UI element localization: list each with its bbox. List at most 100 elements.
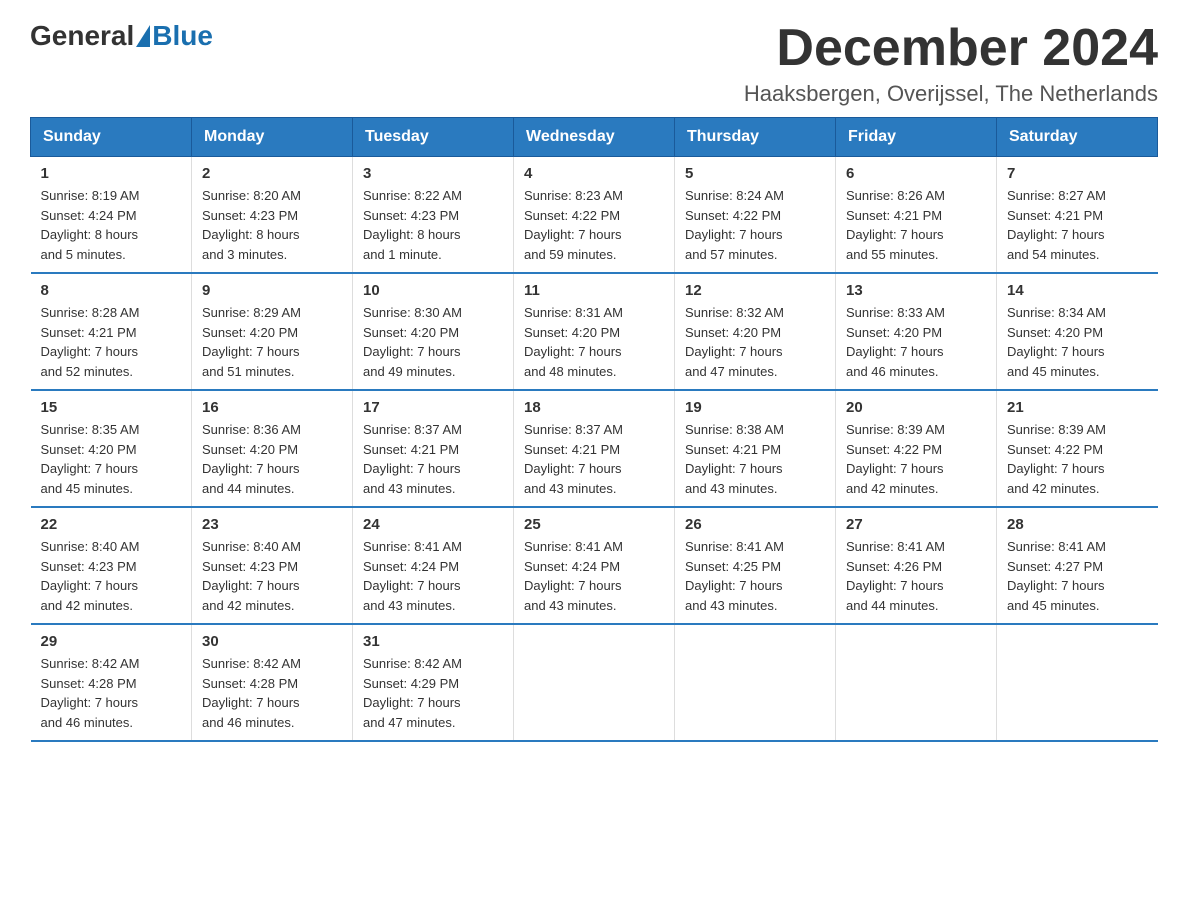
day-number: 5: [685, 165, 825, 182]
day-number: 8: [41, 282, 182, 299]
day-info: Sunrise: 8:41 AM Sunset: 4:24 PM Dayligh…: [363, 537, 503, 615]
calendar-day-cell: 2 Sunrise: 8:20 AM Sunset: 4:23 PM Daylig…: [192, 157, 353, 274]
logo-text: General Blue: [30, 20, 213, 52]
calendar-day-cell: 27 Sunrise: 8:41 AM Sunset: 4:26 PM Dayli…: [836, 507, 997, 624]
day-info: Sunrise: 8:37 AM Sunset: 4:21 PM Dayligh…: [363, 420, 503, 498]
title-section: December 2024 Haaksbergen, Overijssel, T…: [744, 20, 1158, 107]
day-number: 3: [363, 165, 503, 182]
day-number: 28: [1007, 516, 1148, 533]
day-number: 7: [1007, 165, 1148, 182]
day-info: Sunrise: 8:31 AM Sunset: 4:20 PM Dayligh…: [524, 303, 664, 381]
calendar-day-cell: 4 Sunrise: 8:23 AM Sunset: 4:22 PM Daylig…: [514, 157, 675, 274]
calendar-day-cell: 13 Sunrise: 8:33 AM Sunset: 4:20 PM Dayli…: [836, 273, 997, 390]
calendar-day-cell: [675, 624, 836, 741]
day-number: 6: [846, 165, 986, 182]
day-info: Sunrise: 8:39 AM Sunset: 4:22 PM Dayligh…: [846, 420, 986, 498]
day-info: Sunrise: 8:36 AM Sunset: 4:20 PM Dayligh…: [202, 420, 342, 498]
calendar-day-cell: [997, 624, 1158, 741]
day-number: 17: [363, 399, 503, 416]
month-title: December 2024: [744, 20, 1158, 77]
calendar-day-cell: [836, 624, 997, 741]
day-info: Sunrise: 8:33 AM Sunset: 4:20 PM Dayligh…: [846, 303, 986, 381]
day-info: Sunrise: 8:37 AM Sunset: 4:21 PM Dayligh…: [524, 420, 664, 498]
calendar-week-row: 15 Sunrise: 8:35 AM Sunset: 4:20 PM Dayli…: [31, 390, 1158, 507]
day-number: 26: [685, 516, 825, 533]
day-number: 22: [41, 516, 182, 533]
day-number: 23: [202, 516, 342, 533]
calendar-day-cell: 21 Sunrise: 8:39 AM Sunset: 4:22 PM Dayli…: [997, 390, 1158, 507]
calendar-day-cell: 29Sunrise: 8:42 AM Sunset: 4:28 PM Dayli…: [31, 624, 192, 741]
calendar-day-cell: 1Sunrise: 8:19 AM Sunset: 4:24 PM Daylig…: [31, 157, 192, 274]
day-number: 16: [202, 399, 342, 416]
day-info: Sunrise: 8:22 AM Sunset: 4:23 PM Dayligh…: [363, 186, 503, 264]
day-number: 18: [524, 399, 664, 416]
calendar-week-row: 29 Sunrise: 8:42 AM Sunset: 4:28 PM Dayli…: [31, 624, 1158, 741]
day-number: 11: [524, 282, 664, 299]
calendar-day-cell: 22 Sunrise: 8:40 AM Sunset: 4:23 PM Dayli…: [31, 507, 192, 624]
day-info: Sunrise: 8:30 AM Sunset: 4:20 PM Dayligh…: [363, 303, 503, 381]
days-header-row: SundayMondayTuesdayWednesdayThursdayFrid…: [31, 118, 1158, 157]
calendar-day-cell: 7 Sunrise: 8:27 AM Sunset: 4:21 PM Daylig…: [997, 157, 1158, 274]
calendar-day-cell: 5 Sunrise: 8:24 AM Sunset: 4:22 PM Daylig…: [675, 157, 836, 274]
day-info: Sunrise: 8:26 AM Sunset: 4:21 PM Dayligh…: [846, 186, 986, 264]
day-info: Sunrise: 8:41 AM Sunset: 4:24 PM Dayligh…: [524, 537, 664, 615]
calendar-day-cell: 19Sunrise: 8:38 AM Sunset: 4:21 PM Dayli…: [675, 390, 836, 507]
calendar-day-cell: 12 Sunrise: 8:32 AM Sunset: 4:20 PM Dayli…: [675, 273, 836, 390]
logo: General Blue: [30, 20, 213, 52]
day-number: 13: [846, 282, 986, 299]
day-number: 21: [1007, 399, 1148, 416]
calendar-table: SundayMondayTuesdayWednesdayThursdayFrid…: [30, 117, 1158, 742]
calendar-day-cell: 31Sunrise: 8:42 AM Sunset: 4:29 PM Dayli…: [353, 624, 514, 741]
day-info: Sunrise: 8:29 AM Sunset: 4:20 PM Dayligh…: [202, 303, 342, 381]
logo-triangle-icon: [136, 25, 150, 47]
day-of-week-header: Friday: [836, 118, 997, 157]
day-info: Sunrise: 8:24 AM Sunset: 4:22 PM Dayligh…: [685, 186, 825, 264]
day-number: 29: [41, 633, 182, 650]
calendar-day-cell: 16 Sunrise: 8:36 AM Sunset: 4:20 PM Dayli…: [192, 390, 353, 507]
day-info: Sunrise: 8:28 AM Sunset: 4:21 PM Dayligh…: [41, 303, 182, 381]
day-info: Sunrise: 8:42 AM Sunset: 4:28 PM Dayligh…: [202, 654, 342, 732]
calendar-day-cell: 9 Sunrise: 8:29 AM Sunset: 4:20 PM Daylig…: [192, 273, 353, 390]
day-number: 27: [846, 516, 986, 533]
calendar-day-cell: 28 Sunrise: 8:41 AM Sunset: 4:27 PM Dayli…: [997, 507, 1158, 624]
calendar-day-cell: 14 Sunrise: 8:34 AM Sunset: 4:20 PM Dayli…: [997, 273, 1158, 390]
day-number: 15: [41, 399, 182, 416]
calendar-day-cell: 6 Sunrise: 8:26 AM Sunset: 4:21 PM Daylig…: [836, 157, 997, 274]
day-info: Sunrise: 8:34 AM Sunset: 4:20 PM Dayligh…: [1007, 303, 1148, 381]
calendar-day-cell: 25 Sunrise: 8:41 AM Sunset: 4:24 PM Dayli…: [514, 507, 675, 624]
calendar-day-cell: 10Sunrise: 8:30 AM Sunset: 4:20 PM Dayli…: [353, 273, 514, 390]
day-info: Sunrise: 8:23 AM Sunset: 4:22 PM Dayligh…: [524, 186, 664, 264]
calendar-day-cell: 26 Sunrise: 8:41 AM Sunset: 4:25 PM Dayli…: [675, 507, 836, 624]
day-info: Sunrise: 8:27 AM Sunset: 4:21 PM Dayligh…: [1007, 186, 1148, 264]
day-info: Sunrise: 8:40 AM Sunset: 4:23 PM Dayligh…: [41, 537, 182, 615]
calendar-day-cell: 24 Sunrise: 8:41 AM Sunset: 4:24 PM Dayli…: [353, 507, 514, 624]
day-of-week-header: Wednesday: [514, 118, 675, 157]
day-number: 12: [685, 282, 825, 299]
location-title: Haaksbergen, Overijssel, The Netherlands: [744, 81, 1158, 107]
day-info: Sunrise: 8:41 AM Sunset: 4:26 PM Dayligh…: [846, 537, 986, 615]
day-of-week-header: Saturday: [997, 118, 1158, 157]
calendar-day-cell: 17 Sunrise: 8:37 AM Sunset: 4:21 PM Dayli…: [353, 390, 514, 507]
calendar-day-cell: 3 Sunrise: 8:22 AM Sunset: 4:23 PM Daylig…: [353, 157, 514, 274]
calendar-day-cell: 20Sunrise: 8:39 AM Sunset: 4:22 PM Dayli…: [836, 390, 997, 507]
day-number: 14: [1007, 282, 1148, 299]
calendar-week-row: 22 Sunrise: 8:40 AM Sunset: 4:23 PM Dayli…: [31, 507, 1158, 624]
day-number: 30: [202, 633, 342, 650]
calendar-day-cell: 30 Sunrise: 8:42 AM Sunset: 4:28 PM Dayli…: [192, 624, 353, 741]
day-info: Sunrise: 8:41 AM Sunset: 4:27 PM Dayligh…: [1007, 537, 1148, 615]
page-header: General Blue December 2024 Haaksbergen, …: [30, 20, 1158, 107]
day-number: 2: [202, 165, 342, 182]
day-info: Sunrise: 8:41 AM Sunset: 4:25 PM Dayligh…: [685, 537, 825, 615]
day-info: Sunrise: 8:39 AM Sunset: 4:22 PM Dayligh…: [1007, 420, 1148, 498]
day-number: 4: [524, 165, 664, 182]
day-number: 9: [202, 282, 342, 299]
day-number: 25: [524, 516, 664, 533]
day-number: 24: [363, 516, 503, 533]
day-info: Sunrise: 8:20 AM Sunset: 4:23 PM Dayligh…: [202, 186, 342, 264]
day-info: Sunrise: 8:32 AM Sunset: 4:20 PM Dayligh…: [685, 303, 825, 381]
day-info: Sunrise: 8:35 AM Sunset: 4:20 PM Dayligh…: [41, 420, 182, 498]
calendar-day-cell: 18 Sunrise: 8:37 AM Sunset: 4:21 PM Dayli…: [514, 390, 675, 507]
calendar-week-row: 8 Sunrise: 8:28 AM Sunset: 4:21 PM Daylig…: [31, 273, 1158, 390]
calendar-week-row: 1Sunrise: 8:19 AM Sunset: 4:24 PM Daylig…: [31, 157, 1158, 274]
calendar-day-cell: 15 Sunrise: 8:35 AM Sunset: 4:20 PM Dayli…: [31, 390, 192, 507]
